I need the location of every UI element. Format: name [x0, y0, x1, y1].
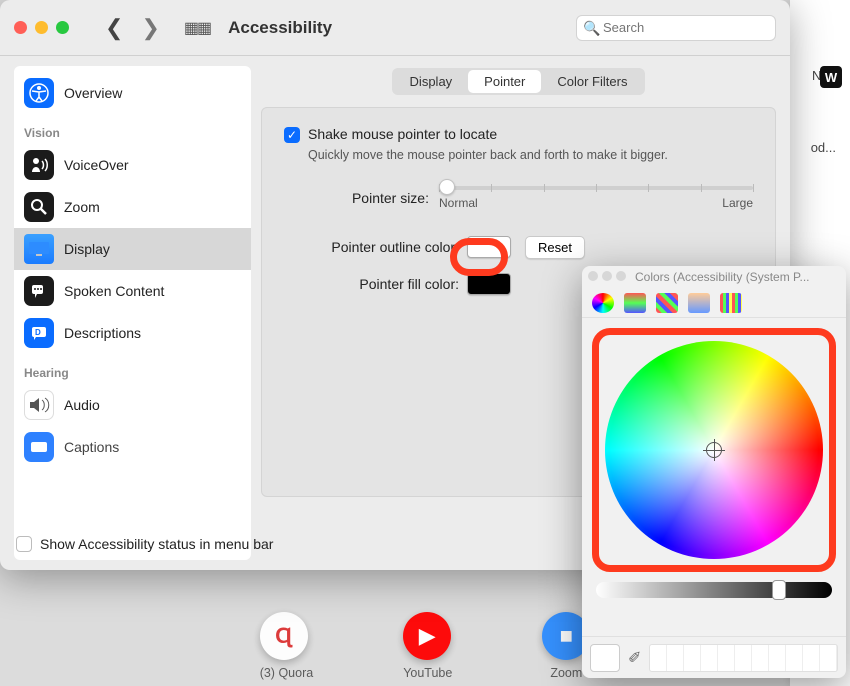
- shake-checkbox[interactable]: ✓: [284, 127, 300, 143]
- zoom-icon: [24, 192, 54, 222]
- slider-max-label: Large: [722, 196, 753, 210]
- pointer-size-label: Pointer size:: [284, 190, 429, 206]
- voiceover-icon: [24, 150, 54, 180]
- tab-pencils[interactable]: [720, 293, 742, 313]
- slider-min-label: Normal: [439, 196, 478, 210]
- fill-color-label: Pointer fill color:: [284, 276, 459, 292]
- tab-color-wheel[interactable]: [592, 293, 614, 313]
- sidebar-item-display[interactable]: Display: [14, 228, 251, 270]
- tab-sliders[interactable]: [624, 293, 646, 313]
- tab-display[interactable]: Display: [394, 70, 469, 93]
- outline-color-label: Pointer outline color:: [284, 239, 459, 255]
- sidebar-item-captions[interactable]: Captions: [14, 426, 251, 468]
- colors-titlebar[interactable]: Colors (Accessibility (System P...: [582, 266, 846, 288]
- maximize-icon[interactable]: [56, 21, 69, 34]
- shake-label: Shake mouse pointer to locate: [308, 126, 497, 142]
- colors-footer: ✐: [582, 636, 846, 678]
- sidebar-item-overview[interactable]: Overview: [14, 72, 251, 114]
- traffic-lights[interactable]: [14, 21, 69, 34]
- tab-pointer[interactable]: Pointer: [468, 70, 541, 93]
- sidebar-item-audio[interactable]: Audio: [14, 384, 251, 426]
- sidebar-item-label: Spoken Content: [64, 283, 164, 299]
- window-title: Accessibility: [228, 18, 332, 38]
- shake-description: Quickly move the mouse pointer back and …: [308, 147, 668, 164]
- outline-color-well[interactable]: [467, 236, 511, 258]
- sidebar-section-vision: Vision: [14, 114, 251, 144]
- maximize-icon[interactable]: [616, 271, 626, 281]
- back-button[interactable]: ❮: [99, 15, 129, 41]
- sidebar-item-label: Zoom: [64, 199, 100, 215]
- color-wheel-cursor[interactable]: [706, 442, 722, 458]
- accessibility-icon: [24, 78, 54, 108]
- nav-arrows: ❮ ❯: [99, 15, 166, 41]
- color-wheel[interactable]: [605, 341, 823, 559]
- fill-color-well[interactable]: [467, 273, 511, 295]
- all-prefs-grid-icon[interactable]: ▦▦: [184, 18, 210, 38]
- search-icon: 🔍: [583, 20, 600, 37]
- display-icon: [24, 234, 54, 264]
- segmented-control: Display Pointer Color Filters: [261, 68, 776, 95]
- close-icon[interactable]: [588, 271, 598, 281]
- reset-button[interactable]: Reset: [525, 236, 585, 259]
- status-checkbox[interactable]: [16, 536, 32, 552]
- annotation-highlight-wheel: [592, 328, 836, 572]
- brightness-knob[interactable]: [772, 580, 786, 600]
- bg-snippet: od...: [811, 140, 836, 155]
- forward-button[interactable]: ❯: [135, 15, 165, 41]
- sidebar-section-hearing: Hearing: [14, 354, 251, 384]
- captions-icon: [24, 432, 54, 462]
- sidebar-item-label: Descriptions: [64, 325, 141, 341]
- sidebar-item-label: Audio: [64, 397, 100, 413]
- close-icon[interactable]: [14, 21, 27, 34]
- titlebar: ❮ ❯ ▦▦ Accessibility 🔍: [0, 0, 790, 56]
- eyedropper-icon[interactable]: ✐: [628, 648, 641, 668]
- dock-app-youtube: ▶: [403, 612, 451, 660]
- color-picker-tabs: [582, 288, 846, 318]
- sidebar-item-label: Overview: [64, 85, 122, 101]
- sidebar-item-label: VoiceOver: [64, 157, 129, 173]
- descriptions-icon: D: [24, 318, 54, 348]
- svg-text:D: D: [35, 328, 41, 337]
- tab-color-filters[interactable]: Color Filters: [541, 70, 643, 93]
- sidebar: Overview Vision VoiceOver Zoom Display: [14, 66, 251, 560]
- sidebar-item-zoom[interactable]: Zoom: [14, 186, 251, 228]
- sidebar-item-voiceover[interactable]: VoiceOver: [14, 144, 251, 186]
- sidebar-item-label: Display: [64, 241, 110, 257]
- dock-app-quora: Ɋ: [260, 612, 308, 660]
- current-color-swatch[interactable]: [590, 644, 620, 672]
- bg-badge-w: W: [820, 66, 842, 88]
- tab-image[interactable]: [688, 293, 710, 313]
- sidebar-item-descriptions[interactable]: D Descriptions: [14, 312, 251, 354]
- status-bar-checkbox-row[interactable]: Show Accessibility status in menu bar: [16, 536, 273, 552]
- minimize-icon[interactable]: [602, 271, 612, 281]
- sidebar-item-spoken-content[interactable]: Spoken Content: [14, 270, 251, 312]
- search-input[interactable]: [576, 15, 776, 41]
- tab-palettes[interactable]: [656, 293, 678, 313]
- audio-icon: [24, 390, 54, 420]
- swatch-favorites-grid[interactable]: [649, 644, 838, 672]
- colors-window: Colors (Accessibility (System P... ✐: [582, 266, 846, 678]
- status-label: Show Accessibility status in menu bar: [40, 536, 273, 552]
- pointer-size-slider[interactable]: [439, 186, 753, 190]
- brightness-slider[interactable]: [596, 582, 832, 598]
- minimize-icon[interactable]: [35, 21, 48, 34]
- spoken-content-icon: [24, 276, 54, 306]
- sidebar-item-label: Captions: [64, 439, 119, 455]
- colors-window-title: Colors (Accessibility (System P...: [635, 270, 810, 284]
- slider-thumb[interactable]: [439, 179, 455, 195]
